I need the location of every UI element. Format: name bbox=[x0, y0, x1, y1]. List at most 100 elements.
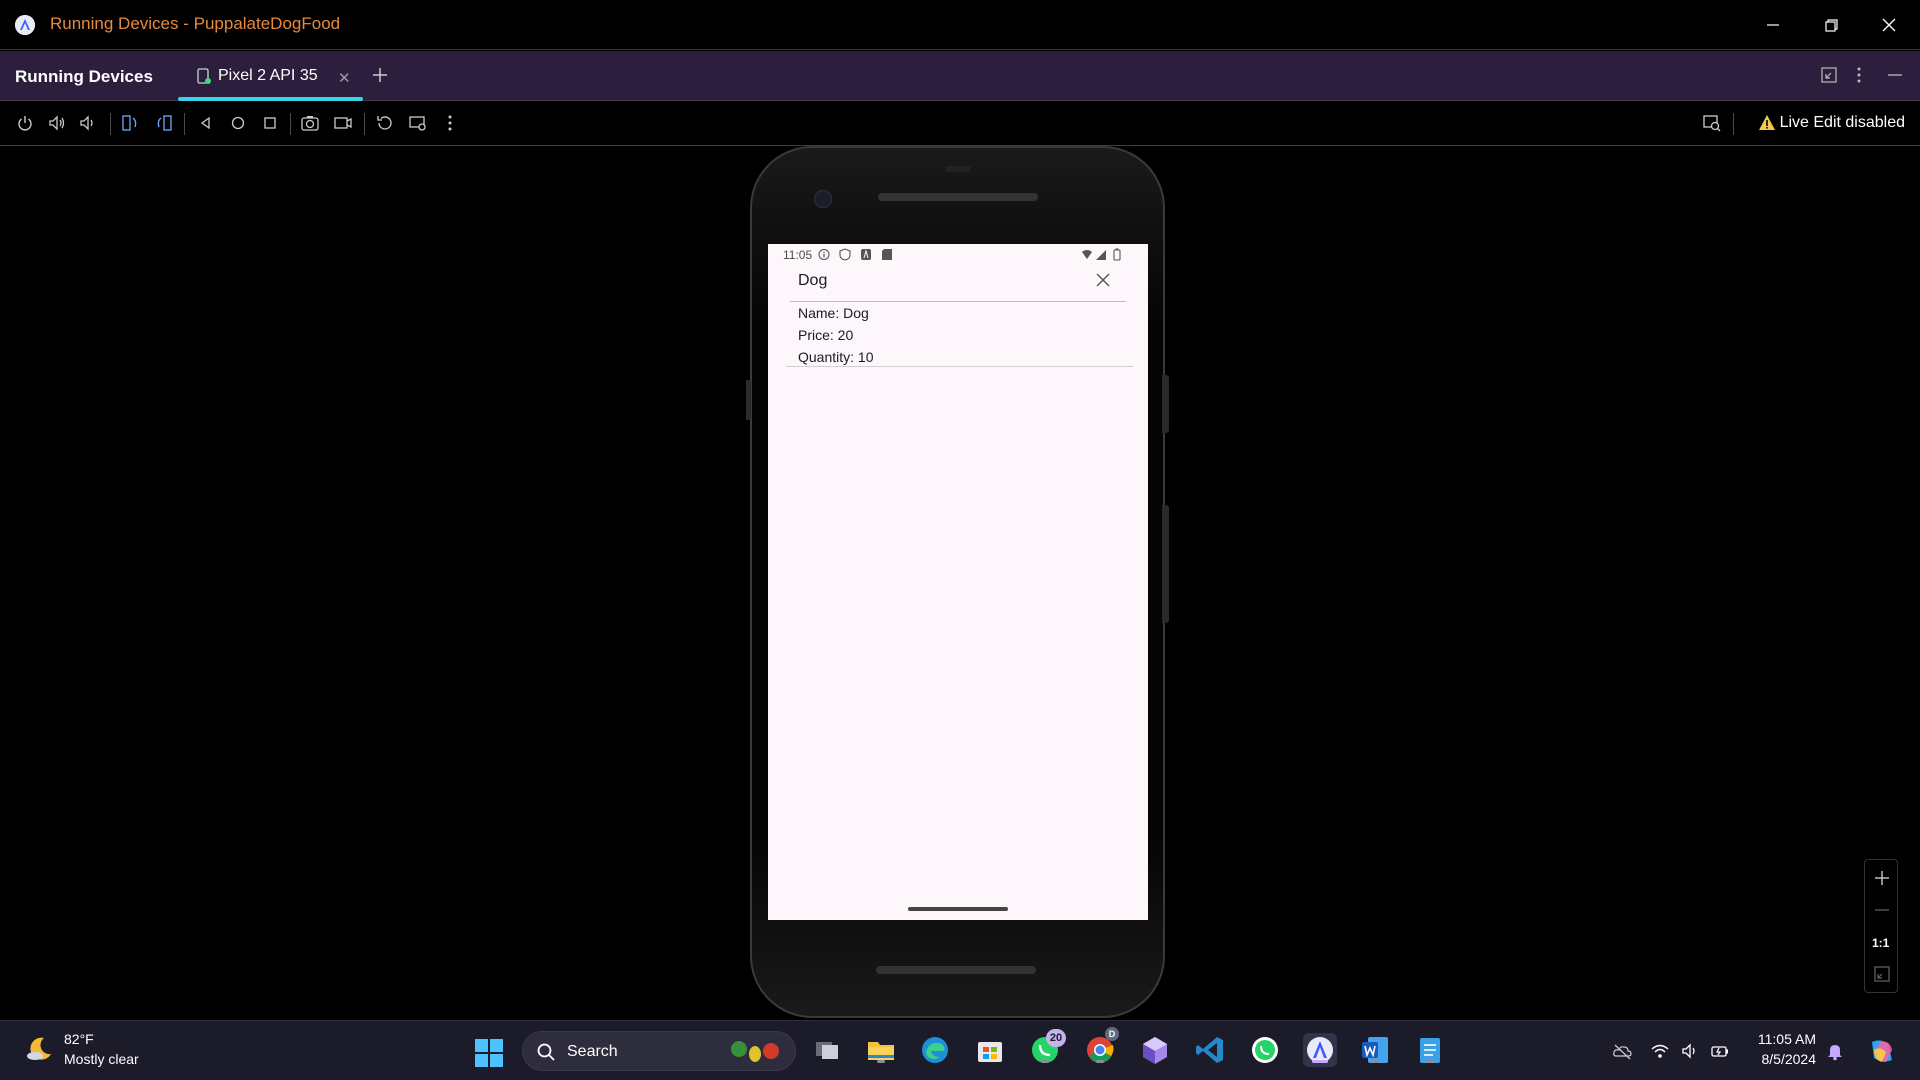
status-time: 11:05 bbox=[783, 248, 813, 262]
running-indicator bbox=[877, 1060, 885, 1063]
device-volume-button bbox=[1162, 505, 1169, 623]
device-earpiece bbox=[878, 193, 1038, 201]
rotate-left-icon[interactable] bbox=[120, 113, 140, 133]
file-explorer-icon[interactable] bbox=[864, 1033, 898, 1067]
edge-browser-icon[interactable] bbox=[918, 1033, 952, 1067]
vscode-icon[interactable] bbox=[1193, 1033, 1227, 1067]
overview-icon[interactable] bbox=[260, 113, 280, 133]
more-options-icon[interactable] bbox=[1848, 64, 1870, 86]
battery-tray-icon[interactable] bbox=[1710, 1041, 1730, 1061]
clock-time[interactable]: 11:05 AM bbox=[1752, 1031, 1816, 1047]
clock-date[interactable]: 8/5/2024 bbox=[1752, 1051, 1817, 1067]
volume-tray-icon[interactable] bbox=[1680, 1041, 1700, 1061]
android-studio-logo-icon bbox=[15, 15, 35, 35]
weather-description: Mostly clear bbox=[64, 1051, 139, 1067]
search-highlight-icon bbox=[729, 1039, 787, 1063]
toolbar-separator bbox=[364, 113, 365, 135]
add-device-tab-icon[interactable] bbox=[368, 63, 392, 87]
search-icon bbox=[536, 1042, 556, 1062]
toolbar-separator bbox=[1733, 113, 1734, 135]
toolbar-separator bbox=[290, 113, 291, 135]
device-sensor bbox=[945, 166, 971, 172]
task-view-icon[interactable] bbox=[810, 1033, 844, 1067]
screenshot-icon[interactable] bbox=[300, 113, 320, 133]
active-indicator bbox=[1312, 1060, 1328, 1063]
android-studio-taskbar-icon[interactable] bbox=[1303, 1033, 1337, 1067]
whatsapp-web-icon[interactable] bbox=[1248, 1033, 1282, 1067]
layout-inspector-icon[interactable] bbox=[1702, 113, 1722, 133]
back-icon[interactable] bbox=[196, 113, 216, 133]
live-edit-status[interactable]: Live Edit disabled bbox=[1758, 114, 1905, 132]
power-icon[interactable] bbox=[15, 113, 35, 133]
close-window-icon[interactable] bbox=[1876, 12, 1902, 38]
gesture-nav-bar[interactable] bbox=[908, 907, 1008, 911]
running-indicator bbox=[1041, 1060, 1049, 1063]
windows-taskbar: 82°F Mostly clear Search 20 D 11:05 AM 8… bbox=[0, 1020, 1920, 1080]
device-speaker bbox=[876, 966, 1036, 974]
wifi-tray-icon[interactable] bbox=[1650, 1041, 1670, 1061]
close-icon[interactable] bbox=[1094, 271, 1112, 289]
zoom-out-icon[interactable] bbox=[1872, 900, 1892, 920]
battery-icon bbox=[1111, 248, 1123, 261]
whatsapp-badge: 20 bbox=[1046, 1029, 1066, 1047]
onedrive-offline-icon[interactable] bbox=[1612, 1041, 1632, 1061]
fit-screen-icon[interactable] bbox=[1872, 964, 1892, 984]
dialog-title: Dog bbox=[798, 272, 828, 289]
tool-window-title: Running Devices bbox=[15, 67, 153, 86]
volume-up-icon[interactable] bbox=[47, 113, 67, 133]
zoom-in-icon[interactable] bbox=[1872, 868, 1892, 888]
device-power-button bbox=[1162, 375, 1169, 433]
notifications-bell-icon[interactable] bbox=[1825, 1041, 1845, 1061]
cell-signal-icon bbox=[1095, 248, 1107, 261]
divider bbox=[790, 301, 1126, 302]
weather-temperature: 82°F bbox=[64, 1031, 94, 1047]
divider bbox=[786, 366, 1133, 367]
copilot-icon[interactable] bbox=[1866, 1036, 1896, 1066]
tool-window-header: Running Devices Pixel 2 API 35 ✕ bbox=[0, 51, 1920, 101]
device-toolbar: Live Edit disabled bbox=[0, 101, 1920, 146]
android-status-bar: 11:05 bbox=[768, 244, 1148, 266]
detail-name: Name: Dog bbox=[798, 305, 869, 321]
toolbar-separator bbox=[110, 113, 111, 135]
sd-card-icon bbox=[881, 248, 893, 261]
shield-icon bbox=[839, 248, 851, 261]
hide-window-icon[interactable] bbox=[1884, 64, 1906, 86]
detail-quantity: Quantity: 10 bbox=[798, 349, 874, 365]
weather-moon-icon[interactable] bbox=[24, 1034, 54, 1064]
wifi-icon bbox=[1081, 248, 1093, 261]
microsoft-store-icon[interactable] bbox=[973, 1033, 1007, 1067]
screen-record-icon[interactable] bbox=[333, 113, 353, 133]
snapshot-icon[interactable] bbox=[375, 113, 395, 133]
zoom-controls: 1:1 bbox=[1864, 859, 1898, 993]
dev-tool-cube-icon[interactable] bbox=[1138, 1033, 1172, 1067]
minimize-icon[interactable] bbox=[1760, 12, 1786, 38]
taskbar-search[interactable]: Search bbox=[522, 1031, 796, 1071]
device-screen[interactable]: 11:05 Dog Name: Dog Price: 20 Quantity: … bbox=[768, 244, 1148, 920]
tab-pixel-2-api-35[interactable]: Pixel 2 API 35 ✕ bbox=[178, 51, 363, 101]
home-icon[interactable] bbox=[228, 113, 248, 133]
notepad-icon[interactable] bbox=[1413, 1033, 1447, 1067]
warning-icon bbox=[1758, 114, 1776, 132]
chrome-icon[interactable]: D bbox=[1083, 1027, 1119, 1067]
running-indicator bbox=[1426, 1060, 1434, 1063]
detach-window-icon[interactable] bbox=[1818, 64, 1840, 86]
tab-close-icon[interactable]: ✕ bbox=[338, 69, 351, 87]
search-label: Search bbox=[567, 1043, 618, 1060]
device-tab-icon bbox=[196, 68, 212, 85]
more-actions-icon[interactable] bbox=[440, 113, 460, 133]
notification-a-icon bbox=[860, 248, 872, 261]
device-settings-icon[interactable] bbox=[408, 113, 428, 133]
chrome-profile-badge: D bbox=[1105, 1027, 1119, 1041]
window-title: Running Devices - PuppalateDogFood bbox=[50, 14, 341, 33]
restore-icon[interactable] bbox=[1818, 12, 1844, 38]
actual-size-button[interactable]: 1:1 bbox=[1872, 936, 1889, 950]
live-edit-label: Live Edit disabled bbox=[1779, 114, 1905, 131]
rotate-right-icon[interactable] bbox=[154, 113, 174, 133]
word-icon[interactable] bbox=[1358, 1033, 1392, 1067]
windows-start-icon[interactable] bbox=[474, 1038, 504, 1068]
running-indicator bbox=[1096, 1060, 1104, 1063]
whatsapp-icon[interactable]: 20 bbox=[1028, 1029, 1066, 1067]
info-icon bbox=[818, 248, 830, 261]
volume-down-icon[interactable] bbox=[78, 113, 98, 133]
title-bar: Running Devices - PuppalateDogFood bbox=[0, 0, 1920, 50]
